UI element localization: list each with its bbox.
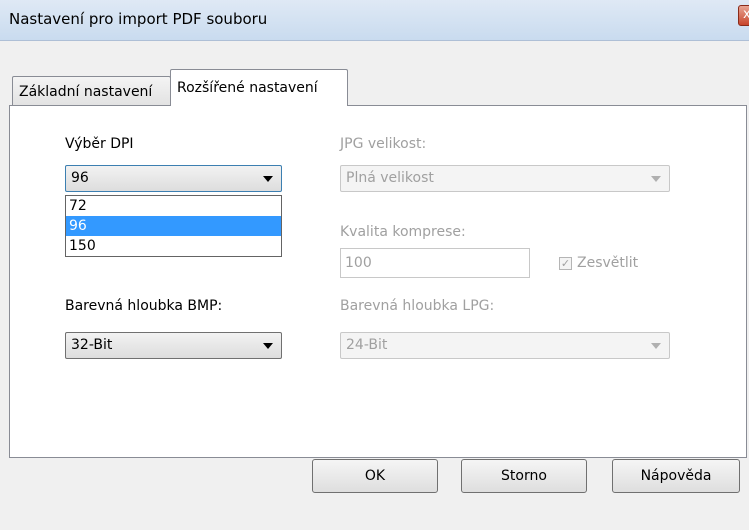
chevron-down-icon <box>263 343 273 349</box>
dpi-label: Výběr DPI <box>65 136 134 152</box>
ok-button[interactable]: OK <box>312 459 438 493</box>
dpi-dropdown-list: 72 96 150 <box>65 195 282 257</box>
dpi-option-150[interactable]: 150 <box>66 236 281 256</box>
compression-label: Kvalita komprese: <box>340 224 466 240</box>
dpi-select-value: 96 <box>71 170 89 186</box>
chevron-down-icon <box>263 176 273 182</box>
bmp-depth-select[interactable]: 32-Bit <box>65 332 282 359</box>
help-button[interactable]: Nápověda <box>612 459 740 493</box>
brighten-label: Zesvětlit <box>577 255 639 271</box>
dpi-option-96[interactable]: 96 <box>66 216 281 236</box>
cancel-button[interactable]: Storno <box>461 459 587 493</box>
tab-panel <box>9 105 747 458</box>
dpi-select[interactable]: 96 <box>65 165 282 192</box>
tab-advanced-settings[interactable]: Rozšířené nastavení <box>170 69 348 106</box>
bmp-depth-label: Barevná hloubka BMP: <box>65 298 223 314</box>
dpi-option-72[interactable]: 72 <box>66 196 281 216</box>
jpg-depth-label: Barevná hloubka LPG: <box>340 298 495 314</box>
window-title: Nastavení pro import PDF souboru <box>9 10 268 28</box>
jpg-size-select[interactable]: Plná velikost <box>340 165 670 192</box>
jpg-size-select-value: Plná velikost <box>346 170 434 186</box>
dialog-client-area: Základní nastavení Rozšířené nastavení V… <box>0 41 749 530</box>
jpg-size-label: JPG velikost: <box>340 136 427 152</box>
compression-input[interactable]: 100 <box>340 248 530 278</box>
title-bar: Nastavení pro import PDF souboru x <box>0 0 749 41</box>
chevron-down-icon <box>651 176 661 182</box>
close-button[interactable]: x <box>738 5 749 26</box>
jpg-depth-select-value: 24-Bit <box>346 337 388 353</box>
bmp-depth-select-value: 32-Bit <box>71 337 113 353</box>
chevron-down-icon <box>651 343 661 349</box>
tab-basic-settings[interactable]: Základní nastavení <box>12 76 171 106</box>
jpg-depth-select[interactable]: 24-Bit <box>340 332 670 359</box>
brighten-checkbox[interactable]: ✓ <box>559 257 572 270</box>
